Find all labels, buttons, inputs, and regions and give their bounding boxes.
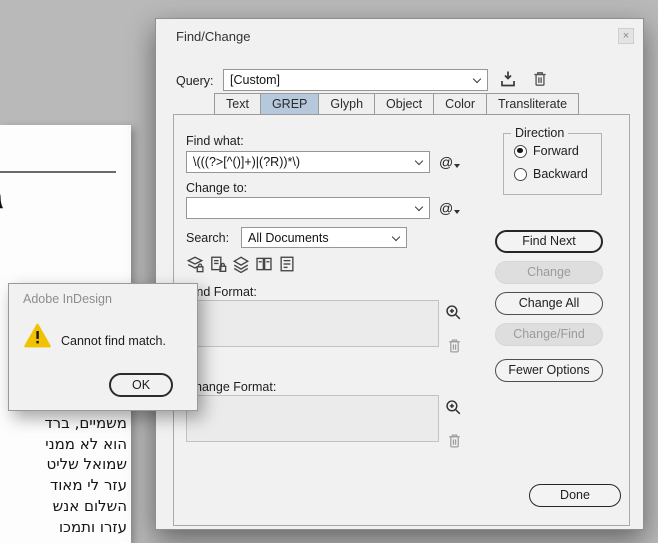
document-line: משמיים, ברד	[44, 414, 127, 432]
chevron-down-icon	[472, 74, 482, 84]
alert-message: Cannot find match.	[61, 334, 166, 348]
tab-grep[interactable]: GREP	[260, 93, 320, 115]
tab-glyph[interactable]: Glyph	[319, 93, 376, 115]
query-value: [Custom]	[230, 73, 281, 87]
document-line: עזר לי מאוד	[50, 476, 127, 495]
document-line: השלום אנש	[52, 496, 127, 515]
document-text: משמיים, ברד הוא לא ממני שמואל שליט עזר ל…	[0, 413, 127, 537]
query-label: Query:	[176, 74, 214, 88]
clipped-glyph: ג	[0, 177, 4, 217]
tab-content-panel	[173, 114, 630, 526]
tab-text[interactable]: Text	[214, 93, 261, 115]
desktop: ג משמיים, ברד הוא לא ממני שמואל שליט עזר…	[0, 0, 658, 543]
save-query-icon[interactable]	[498, 69, 518, 89]
delete-query-trash-icon[interactable]	[531, 69, 551, 89]
ok-button[interactable]: OK	[109, 373, 173, 397]
tab-object[interactable]: Object	[375, 93, 435, 115]
document-line: שמואל שליט	[46, 455, 127, 474]
close-icon[interactable]: ×	[618, 28, 634, 44]
query-dropdown[interactable]: [Custom]	[223, 69, 488, 91]
text-frame-rule	[0, 171, 116, 173]
alert-dialog: Adobe InDesign Cannot find match. OK	[8, 283, 198, 411]
tab-transliterate[interactable]: Transliterate	[487, 93, 580, 115]
document-line: עזרו ותמכו	[58, 517, 127, 536]
alert-title[interactable]: Adobe InDesign	[23, 292, 112, 306]
mode-tabs: Text GREP Glyph Object Color Translitera…	[214, 93, 580, 115]
warning-triangle-icon	[24, 323, 51, 351]
dialog-title[interactable]: Find/Change	[176, 29, 250, 44]
tab-color[interactable]: Color	[434, 93, 488, 115]
find-change-dialog: Find/Change × Query: [Custom] Text GREP …	[155, 18, 644, 530]
document-line: הוא לא ממני	[45, 434, 127, 453]
